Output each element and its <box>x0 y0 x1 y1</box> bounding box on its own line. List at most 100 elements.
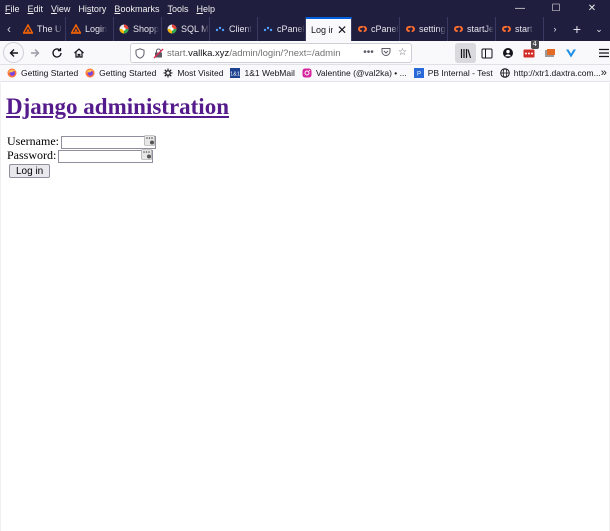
site-header: Django administration <box>6 94 229 120</box>
menu-edit[interactable]: Edit <box>28 4 44 14</box>
site-title-link[interactable]: Django administration <box>6 94 229 119</box>
tab[interactable]: Shopp <box>114 17 162 41</box>
orange-triangle-icon <box>70 23 82 34</box>
tab[interactable]: cPanel <box>352 17 400 41</box>
menu-view[interactable]: View <box>51 4 70 14</box>
tab-label: Client <box>229 24 253 34</box>
back-arrow-icon <box>9 48 18 57</box>
menu-bookmarks[interactable]: Bookmarks <box>114 4 159 14</box>
home-button[interactable] <box>68 42 90 64</box>
url-domain: vallka.xyz <box>188 47 230 59</box>
home-icon <box>74 47 84 58</box>
tab-strip-actions: › + ⌄ <box>544 17 610 41</box>
pocket-icon[interactable] <box>377 47 394 60</box>
extension-lastpass-icon[interactable]: 4 <box>518 40 539 63</box>
extension-v-icon[interactable] <box>560 43 581 63</box>
tab-scroll-left-icon[interactable]: ‹ <box>0 17 18 41</box>
tab[interactable]: startJe <box>448 17 496 41</box>
close-window-button[interactable]: ✕ <box>574 0 610 17</box>
tab[interactable]: The U <box>18 17 66 41</box>
tab-label: setting <box>419 24 446 34</box>
bookmark-item[interactable]: P PB Internal - Test <box>413 68 493 78</box>
password-field-wrap <box>56 148 154 163</box>
tab-list: The U Login Shopp SQL M Client cPanel Log in ✕ c… <box>18 17 544 41</box>
tab-label: cPanel <box>277 24 305 34</box>
list-all-tabs-icon[interactable]: ⌄ <box>588 24 610 35</box>
forward-button[interactable] <box>24 42 46 64</box>
maximize-button[interactable]: ☐ <box>538 0 574 17</box>
bookmarks-overflow-icon[interactable]: » <box>601 67 607 79</box>
menu-items: File Edit View History Bookmarks Tools H… <box>0 4 223 14</box>
bookmark-label: Getting Started <box>21 68 79 78</box>
password-field[interactable] <box>58 149 154 163</box>
shield-icon[interactable] <box>131 47 149 59</box>
svg-text:P: P <box>417 72 421 78</box>
orange-triangle-icon <box>22 23 34 34</box>
username-row: Username: <box>7 133 156 149</box>
extension-screen-icon[interactable] <box>539 43 560 63</box>
tab[interactable]: Client <box>210 17 258 41</box>
bookmark-label: http://xtr1.daxtra.com... <box>513 68 601 78</box>
green-circle-icon <box>167 24 177 34</box>
menu-bar: File Edit View History Bookmarks Tools H… <box>0 0 610 17</box>
tab-scroll-right-icon[interactable]: › <box>544 24 566 34</box>
bookmark-item[interactable]: Valentine (@val2ka) • ... <box>302 68 407 78</box>
cpanel-icon <box>357 24 367 34</box>
bookmark-label: Getting Started <box>99 68 157 78</box>
toolbar-right: 4 <box>455 40 610 65</box>
tab-label: start <box>515 24 533 34</box>
firefox-icon <box>7 68 17 78</box>
tab[interactable]: cPanel <box>258 17 306 41</box>
bookmark-star-icon[interactable]: ☆ <box>394 47 411 60</box>
bookmark-item[interactable]: 1&1 1&1 WebMail <box>230 68 295 78</box>
address-bar[interactable]: start.vallka.xyz/admin/login/?next=/admi… <box>130 43 412 63</box>
username-label: Username: <box>7 133 59 148</box>
instagram-icon <box>302 68 312 78</box>
bookmark-label: Valentine (@val2ka) • ... <box>315 68 407 78</box>
sidebar-icon[interactable] <box>476 43 497 63</box>
tab[interactable]: start <box>496 17 544 41</box>
tab[interactable]: Login <box>66 17 114 41</box>
url-path: /admin/login/?next=/admin <box>229 47 341 59</box>
tab-label: Shopp <box>133 24 160 34</box>
back-button[interactable] <box>3 42 24 63</box>
cpanel-icon <box>453 24 463 34</box>
blue-dots-icon <box>215 24 225 34</box>
url-text[interactable]: start.vallka.xyz/admin/login/?next=/admi… <box>167 48 360 59</box>
tab-label: Log in <box>311 25 333 35</box>
tab[interactable]: SQL M <box>162 17 210 41</box>
new-tab-button[interactable]: + <box>566 21 588 37</box>
tab-label: startJe <box>467 24 495 34</box>
menu-file[interactable]: File <box>5 4 20 14</box>
bookmark-item[interactable]: Most Visited <box>163 68 223 78</box>
pb-icon: P <box>413 68 424 78</box>
bookmark-item[interactable]: http://xtr1.daxtra.com... <box>499 68 601 78</box>
bookmark-item[interactable]: Getting Started <box>7 68 78 78</box>
page-actions-icon[interactable]: ••• <box>360 47 377 60</box>
password-manager-key-icon[interactable] <box>141 148 153 160</box>
account-icon[interactable] <box>497 43 518 63</box>
username-field-wrap <box>59 134 156 149</box>
close-tab-icon[interactable]: ✕ <box>337 23 347 37</box>
bookmarks-list: Getting Started Getting Started Most Visit… <box>0 68 601 78</box>
url-actions: ••• ☆ <box>360 47 411 60</box>
cpanel-icon <box>405 24 415 34</box>
menu-tools[interactable]: Tools <box>167 4 188 14</box>
login-form: Username: Password: Log in <box>7 134 156 178</box>
menu-history[interactable]: History <box>78 4 106 14</box>
login-button[interactable]: Log in <box>9 164 51 178</box>
bookmark-label: PB Internal - Test <box>427 68 493 78</box>
bookmark-item[interactable]: Getting Started <box>85 68 156 78</box>
minimize-button[interactable]: — <box>502 0 538 17</box>
tab-active[interactable]: Log in ✕ <box>306 17 352 41</box>
extension-badge: 4 <box>530 40 539 49</box>
tab[interactable]: setting <box>400 17 448 41</box>
hamburger-menu-icon[interactable] <box>593 43 610 63</box>
menu-help[interactable]: Help <box>196 4 215 14</box>
reload-button[interactable] <box>46 42 68 64</box>
tab-label: cPanel <box>371 24 399 34</box>
insecure-lock-icon[interactable] <box>149 48 167 59</box>
password-manager-key-icon[interactable] <box>144 134 155 146</box>
page-content: Django administration Username: Password… <box>0 83 610 531</box>
library-icon[interactable] <box>455 43 476 63</box>
